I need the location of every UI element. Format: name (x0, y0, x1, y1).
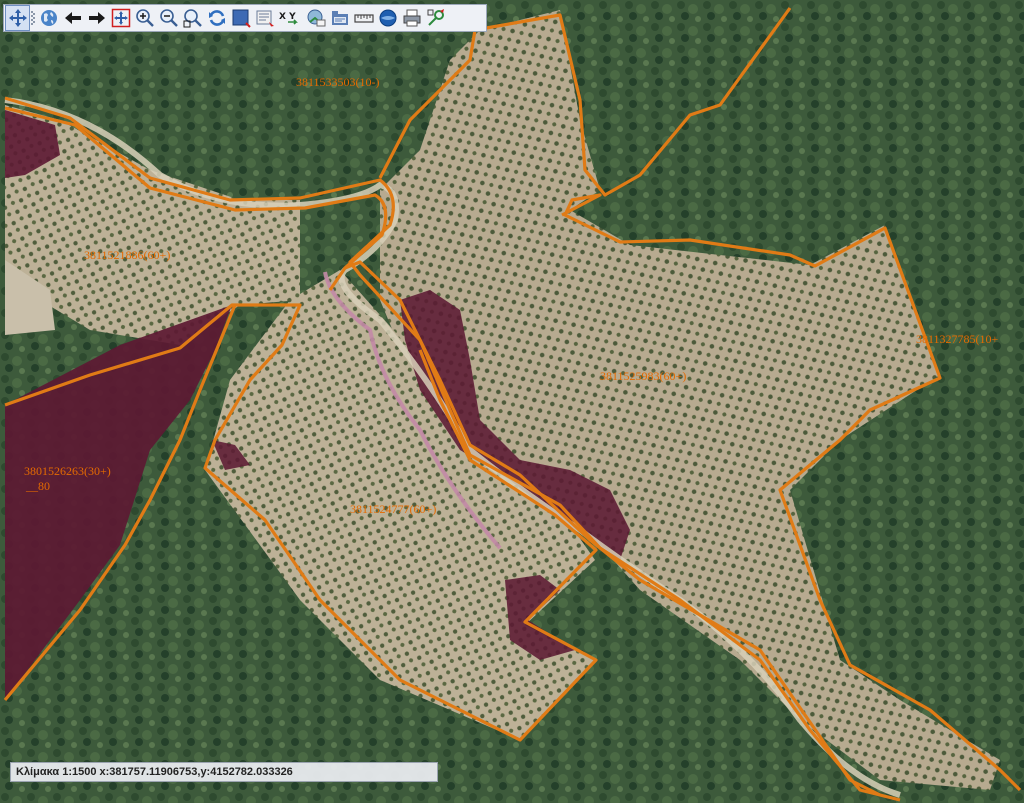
print-icon (403, 9, 420, 27)
print-button[interactable] (400, 6, 423, 30)
identify-icon (256, 10, 274, 27)
parcel-label: __80 (25, 479, 50, 493)
select-rectangle-button[interactable] (229, 6, 252, 30)
parcel-label: 3811327785(10+ (916, 332, 999, 346)
layers-button[interactable] (328, 6, 351, 30)
parcel-label: 3811521886(60+) (84, 248, 170, 262)
zoom-out-icon (159, 9, 178, 27)
refresh-button[interactable] (205, 6, 228, 30)
parcel-label: 3801526263(30+) (24, 464, 111, 478)
orthophoto-map[interactable]: 3811533503(10-) 3811521886(60+) 38115259… (0, 0, 1024, 803)
zoom-box-icon (183, 9, 202, 28)
zoom-in-icon (135, 9, 154, 27)
identify-button[interactable] (253, 6, 276, 30)
coordinates-icon: X Y (279, 12, 298, 25)
map-toolbar: X Y (3, 4, 487, 32)
parcel-label: 3811524777(60+) (350, 502, 436, 516)
coordinates-button[interactable]: X Y (277, 6, 303, 30)
zoom-box-button[interactable] (181, 6, 204, 30)
globe-icon (40, 10, 57, 26)
ruler-icon (353, 14, 374, 23)
map-info-icon (307, 9, 325, 27)
grip-icon (30, 8, 36, 28)
settings-button[interactable] (424, 6, 447, 30)
measure-button[interactable] (352, 6, 375, 30)
map-info-button[interactable] (304, 6, 327, 30)
full-extent-button[interactable] (109, 6, 132, 30)
previous-extent-button[interactable] (61, 6, 84, 30)
pan-tool-button[interactable] (5, 5, 30, 31)
arrow-left-icon (64, 12, 81, 24)
parcel-label: 3811533503(10-) (296, 75, 380, 89)
zoom-out-button[interactable] (157, 6, 180, 30)
world-map-button[interactable] (376, 6, 399, 30)
pan-icon (8, 9, 27, 27)
settings-icon (427, 9, 444, 26)
globe-button[interactable] (37, 6, 60, 30)
refresh-icon (208, 10, 225, 26)
zoom-in-button[interactable] (133, 6, 156, 30)
scale-coordinates-status: Κλίμακα 1:1500 x:381757.11906753,y:41527… (10, 762, 438, 782)
select-rectangle-icon (232, 9, 251, 28)
layers-icon (331, 11, 348, 25)
next-extent-button[interactable] (85, 6, 108, 30)
full-extent-icon (111, 8, 130, 28)
parcel-label: 3811525983(60+) (600, 369, 686, 383)
arrow-right-icon (88, 12, 105, 24)
world-map-icon (379, 9, 396, 27)
